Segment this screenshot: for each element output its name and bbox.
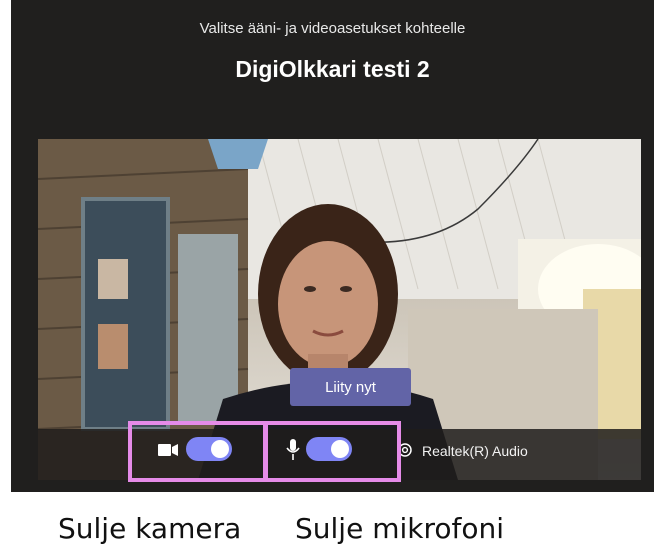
prejoin-screen: Valitse ääni- ja videoasetukset kohteell… — [11, 0, 654, 492]
caption-camera: Sulje kamera — [58, 512, 242, 545]
microphone-highlight-box — [264, 421, 401, 482]
subtitle: Valitse ääni- ja videoasetukset kohteell… — [199, 20, 466, 37]
meeting-title: DigiOlkkari testi 2 — [235, 56, 430, 82]
camera-highlight-box — [128, 421, 267, 482]
caption-microphone: Sulje mikrofoni — [295, 512, 505, 545]
join-now-button[interactable]: Liity nyt — [290, 368, 411, 406]
audio-device-label[interactable]: Realtek(R) Audio — [422, 443, 528, 459]
